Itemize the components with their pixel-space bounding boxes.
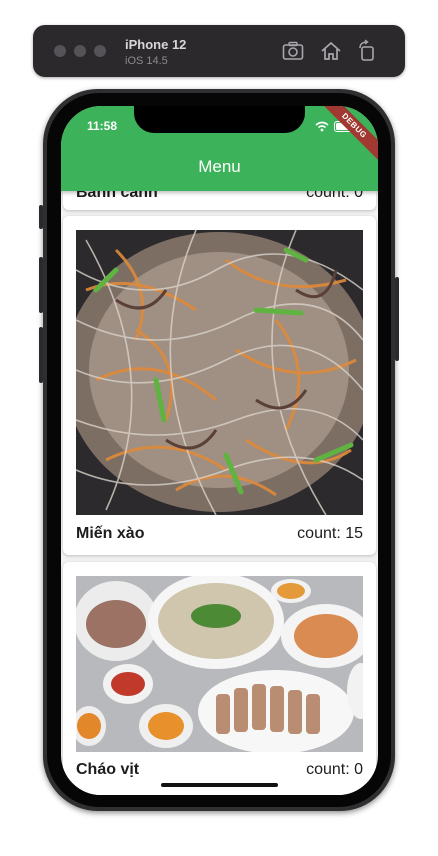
power-button[interactable] <box>395 277 399 361</box>
zoom-window-button[interactable] <box>94 45 106 57</box>
close-window-button[interactable] <box>54 45 66 57</box>
menu-item-name: Cháo vịt <box>76 761 140 778</box>
status-time: 11:58 <box>87 119 118 133</box>
wifi-icon <box>315 119 329 137</box>
menu-item-count: count: 15 <box>297 525 363 542</box>
home-indicator[interactable] <box>161 783 278 787</box>
food-image-chao-vit <box>76 576 363 752</box>
menu-item-count: count: 0 <box>306 761 363 778</box>
os-version: iOS 14.5 <box>125 55 168 67</box>
volume-up-button[interactable] <box>39 257 43 313</box>
volume-down-button[interactable] <box>39 327 43 383</box>
app-screen: Bánh canh count: 0 Miến xào count: 15 Ch… <box>61 106 378 795</box>
menu-card[interactable]: Cháo vịt count: 0 <box>63 562 376 795</box>
rotate-icon[interactable] <box>355 39 379 63</box>
food-image-mien-xao <box>76 230 363 515</box>
home-icon[interactable] <box>319 39 343 63</box>
simulator-toolbar: iPhone 12 iOS 14.5 <box>33 25 405 77</box>
menu-item-name: Miến xào <box>76 525 145 542</box>
page-title: Menu <box>198 157 241 176</box>
menu-card[interactable]: Miến xào count: 15 <box>63 216 376 555</box>
mute-switch[interactable] <box>39 205 43 229</box>
phone-notch <box>134 106 305 133</box>
device-name: iPhone 12 <box>125 37 187 52</box>
screenshot-icon[interactable] <box>281 39 305 63</box>
menu-list[interactable]: Bánh canh count: 0 Miến xào count: 15 Ch… <box>61 106 378 795</box>
minimize-window-button[interactable] <box>74 45 86 57</box>
